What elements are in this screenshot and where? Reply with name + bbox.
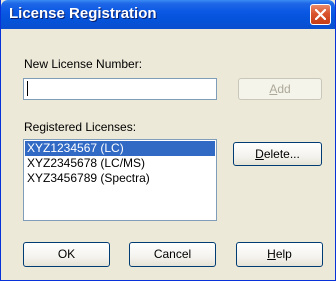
cancel-button-label: Cancel bbox=[153, 247, 192, 261]
list-item[interactable]: XYZ3456789 (Spectra) bbox=[25, 171, 215, 186]
ok-button-label: OK bbox=[57, 247, 76, 261]
list-item-text: XYZ1234567 (LC) bbox=[27, 141, 124, 155]
list-item[interactable]: XYZ1234567 (LC) bbox=[25, 141, 215, 156]
list-item[interactable]: XYZ2345678 (LC/MS) bbox=[25, 156, 215, 171]
list-item-text: XYZ3456789 (Spectra) bbox=[27, 171, 150, 185]
title-bar[interactable]: License Registration bbox=[1, 0, 335, 29]
add-button[interactable]: Add bbox=[238, 78, 322, 100]
cancel-button[interactable]: Cancel bbox=[129, 242, 216, 267]
registered-licenses-list[interactable]: XYZ1234567 (LC) XYZ2345678 (LC/MS) XYZ34… bbox=[23, 139, 217, 221]
close-icon bbox=[315, 9, 326, 20]
ok-button[interactable]: OK bbox=[23, 242, 110, 267]
text-caret bbox=[27, 81, 28, 96]
add-button-label: Add bbox=[269, 82, 291, 96]
list-item-text: XYZ2345678 (LC/MS) bbox=[27, 156, 146, 170]
help-button-label: Help bbox=[267, 247, 292, 261]
close-button[interactable] bbox=[310, 4, 331, 25]
new-license-label: New License Number: bbox=[24, 57, 143, 71]
new-license-input[interactable] bbox=[23, 78, 217, 100]
delete-button[interactable]: Delete... bbox=[233, 142, 322, 166]
help-button[interactable]: Help bbox=[236, 242, 323, 267]
window-title: License Registration bbox=[9, 5, 157, 22]
delete-button-label: Delete... bbox=[255, 147, 300, 161]
registered-licenses-label: Registered Licenses: bbox=[24, 120, 137, 134]
license-registration-dialog: License Registration New License Number:… bbox=[0, 0, 336, 281]
